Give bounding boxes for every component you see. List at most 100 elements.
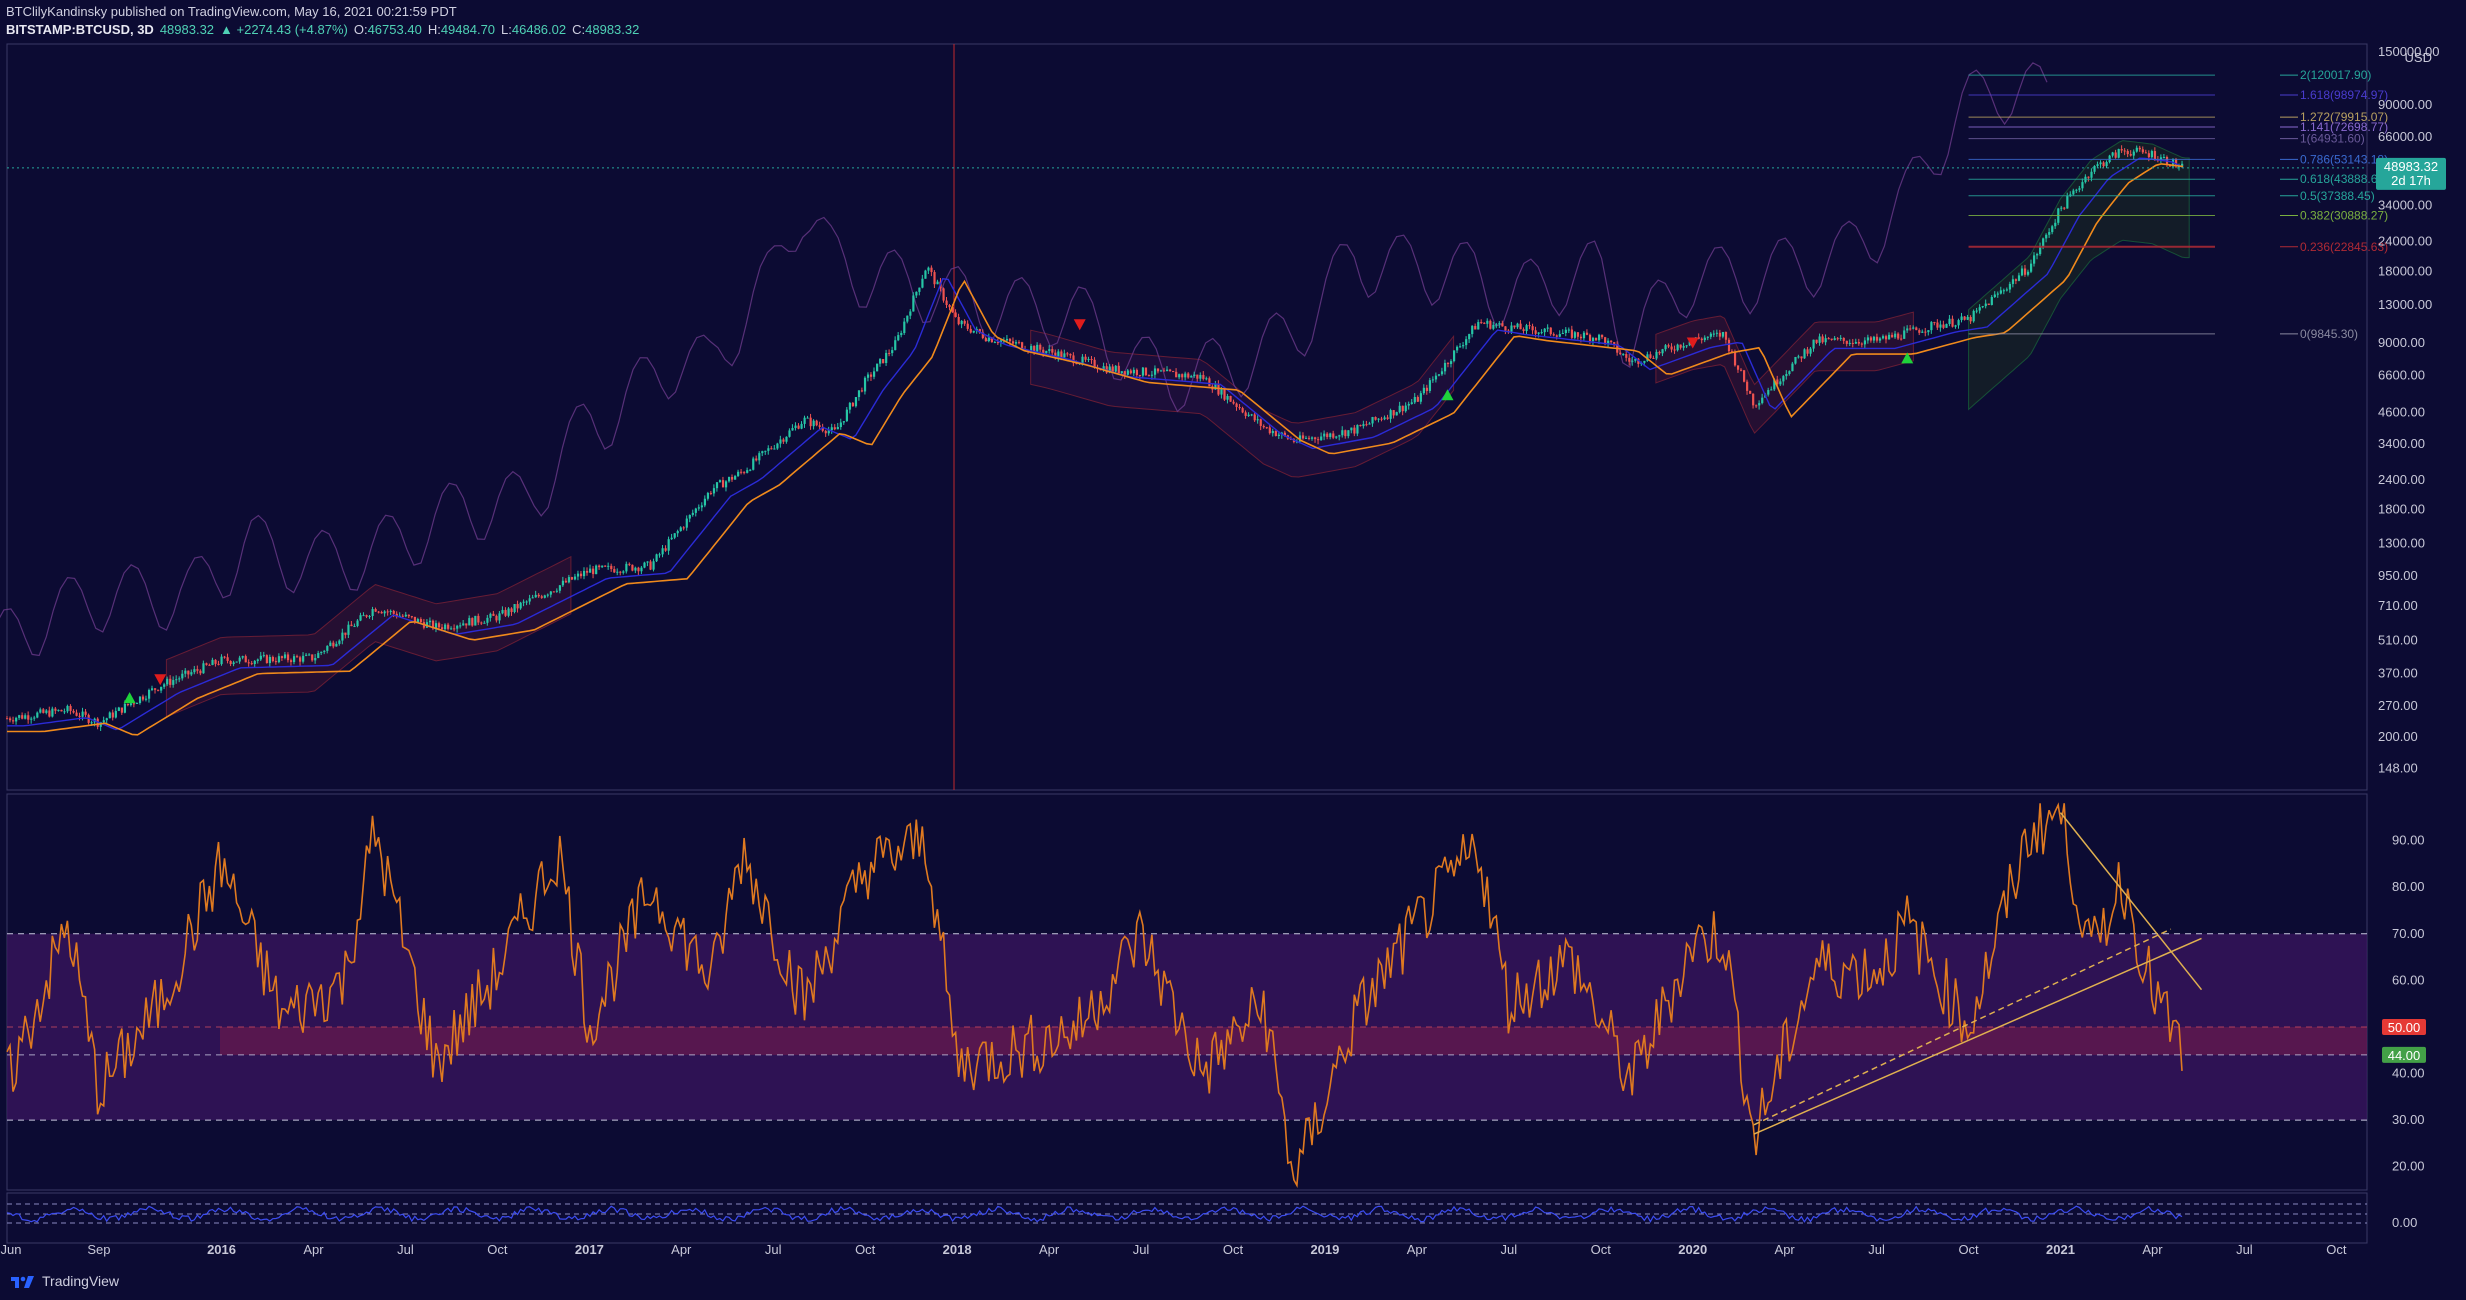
candle-body	[1262, 425, 1265, 428]
candle-body	[160, 686, 163, 691]
candle-body	[1208, 378, 1211, 387]
candle-body	[1386, 417, 1389, 419]
candle-body	[797, 425, 800, 429]
candle-body	[1039, 344, 1042, 350]
candle-body	[1978, 307, 1981, 311]
candle-body	[84, 711, 87, 715]
candle-body	[969, 328, 972, 333]
candle-body	[957, 316, 960, 325]
candle-body	[57, 709, 60, 711]
candle-body	[54, 708, 57, 711]
candle-body	[504, 609, 507, 616]
candle-body	[477, 615, 480, 623]
candle-body	[1410, 402, 1413, 404]
candle-body	[60, 709, 63, 712]
candle-body	[33, 717, 36, 719]
candle-body	[894, 340, 897, 351]
candle-body	[1733, 351, 1737, 366]
candle-body	[1504, 326, 1507, 331]
candle-body	[24, 715, 27, 719]
candle-body	[268, 657, 272, 664]
candle-body	[2099, 162, 2102, 165]
candle-body	[2029, 263, 2033, 272]
candle-body	[637, 567, 640, 572]
candle-body	[1836, 338, 1839, 340]
candle-body	[350, 624, 353, 627]
candle-body	[2005, 289, 2009, 291]
candle-body	[1601, 334, 1604, 338]
candle-body	[1063, 353, 1066, 358]
trading-chart[interactable]: 2(120017.90)1.618(98974.97)1.272(79915.0…	[0, 0, 2466, 1300]
time-tick-label: Oct	[487, 1242, 508, 1257]
candle-body	[51, 708, 54, 717]
candle-body	[2075, 189, 2078, 191]
candle-body	[332, 642, 335, 647]
candle-body	[1712, 333, 1715, 335]
candle-body	[2042, 238, 2045, 247]
candle-body	[1501, 323, 1504, 327]
last-price-label: 48983.32 2d 17h	[2376, 157, 2446, 190]
rsi-current-label: 50.00	[2388, 1020, 2421, 1035]
candle-body	[1564, 329, 1567, 334]
candle-body	[897, 335, 900, 341]
candle-body	[1404, 405, 1407, 412]
candle-body	[1739, 369, 1743, 371]
candle-body	[567, 577, 571, 583]
candle-body	[305, 654, 308, 656]
candle-body	[610, 565, 613, 570]
candle-body	[1178, 374, 1181, 378]
candle-body	[1649, 354, 1652, 358]
time-tick-label: Apr	[303, 1242, 324, 1257]
candle-body	[688, 514, 691, 519]
rsi-tick-label: 30.00	[2392, 1112, 2425, 1127]
candle-body	[1247, 414, 1250, 416]
candle-body	[1676, 344, 1679, 351]
candle-body	[1344, 430, 1347, 437]
candle-body	[649, 561, 652, 570]
price-tick-label: 1300.00	[2378, 535, 2425, 550]
candle-body	[1446, 362, 1450, 364]
candle-body	[2132, 151, 2135, 156]
candle-body	[598, 565, 601, 568]
candle-body	[2108, 155, 2111, 163]
candle-body	[882, 359, 885, 363]
candle-body	[1187, 373, 1190, 378]
candle-body	[734, 476, 737, 480]
candle-body	[2102, 162, 2105, 167]
candle-body	[1416, 397, 1419, 402]
candle-body	[782, 439, 785, 442]
candle-body	[362, 615, 365, 617]
price-tick-label: 710.00	[2378, 598, 2418, 613]
candle-body	[42, 709, 45, 713]
candle-body	[1256, 419, 1259, 421]
candle-body	[791, 428, 794, 431]
candle-body	[383, 611, 386, 614]
candle-body	[154, 688, 157, 690]
candle-body	[75, 712, 78, 716]
time-tick-label: Jul	[1868, 1242, 1885, 1257]
candle-body	[1815, 339, 1818, 343]
candle-body	[1217, 384, 1220, 395]
candle-body	[996, 342, 1000, 344]
candle-body	[172, 680, 175, 685]
candle-body	[123, 703, 127, 713]
candle-body	[1268, 427, 1271, 434]
fib-label: 0.618(43888.61)	[2300, 172, 2388, 186]
fib-label: 1(64931.60)	[2300, 132, 2365, 146]
candle-body	[314, 658, 317, 661]
candle-body	[1389, 410, 1392, 419]
candle-body	[1812, 339, 1815, 349]
candle-body	[1770, 389, 1773, 391]
candle-body	[356, 620, 359, 627]
candle-body	[1933, 322, 1936, 324]
candle-body	[788, 430, 791, 437]
candle-body	[1129, 370, 1132, 374]
candle-body	[1960, 316, 1963, 321]
candle-body	[1906, 328, 1909, 331]
candle-body	[2081, 182, 2084, 189]
candle-body	[1449, 361, 1453, 364]
price-tick-label: 950.00	[2378, 568, 2418, 583]
footer-brand[interactable]: TradingView	[10, 1273, 119, 1289]
candle-body	[428, 620, 432, 623]
candle-body	[1320, 436, 1323, 441]
